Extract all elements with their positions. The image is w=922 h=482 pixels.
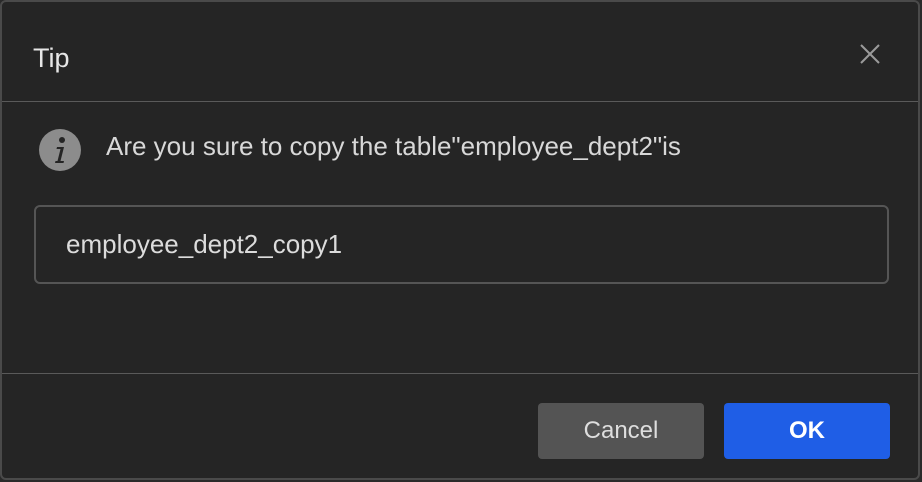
dialog-header: Tip [2, 2, 918, 102]
dialog-message: Are you sure to copy the table"employee_… [106, 131, 681, 161]
dialog-footer: Cancel OK [2, 374, 918, 480]
dialog-title: Tip [33, 43, 70, 73]
close-icon[interactable] [856, 40, 884, 68]
table-name-input[interactable] [34, 205, 889, 284]
info-icon [38, 128, 82, 172]
cancel-button[interactable]: Cancel [538, 403, 704, 459]
dialog-body: Are you sure to copy the table"employee_… [2, 102, 918, 374]
ok-button[interactable]: OK [724, 403, 890, 459]
copy-table-dialog: Tip Are you sure to copy the table"emplo… [0, 0, 920, 480]
